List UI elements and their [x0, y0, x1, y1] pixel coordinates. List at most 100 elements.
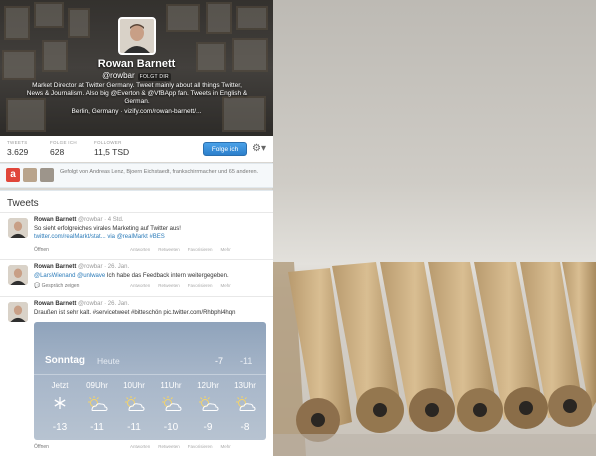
tweet-handle: @rowbar [78, 301, 103, 307]
retweet-action[interactable]: Retweeten [158, 283, 180, 288]
reply-action[interactable]: Antworten [130, 247, 150, 252]
tweet-expand[interactable]: Öffnen [34, 444, 49, 450]
profile-handle-line: @rowbar FOLGT DIR [0, 71, 273, 81]
tweet-text: Draußen ist sehr kalt. #servicetweet #bi… [34, 310, 236, 316]
followed-by-text[interactable]: Gefolgt von Andreas Lenz, Bjoern Eichsta… [60, 169, 265, 176]
profile-bio: Market Director at Twitter Germany. Twee… [26, 82, 248, 105]
reply-action[interactable]: Antworten [130, 283, 150, 288]
weather-subtitle: Heute [97, 356, 120, 366]
tweet-avatar[interactable] [8, 265, 28, 285]
tweet-avatar[interactable] [8, 218, 28, 238]
follower-avatar[interactable] [40, 168, 54, 182]
weather-divider [34, 374, 266, 375]
follower-avatar[interactable] [23, 168, 37, 182]
tweet-actions: Antworten Retweeten Favorisieren Mehr [130, 444, 239, 449]
favorite-action[interactable]: Favorisieren [188, 444, 213, 449]
tweet-text: So sieht erfolgreiches virales Marketing… [34, 225, 266, 241]
stat-value: 628 [50, 147, 65, 157]
tweets-heading: Tweets [7, 198, 39, 209]
more-action[interactable]: Mehr [221, 247, 231, 252]
tweet-expand[interactable]: Öffnen [34, 247, 49, 253]
hour-temp: -13 [52, 422, 68, 433]
tweet-handle: @rowbar [78, 217, 103, 223]
hour-label: 10Uhr [123, 381, 145, 390]
more-action[interactable]: Mehr [221, 283, 231, 288]
hour-temp: -9 [203, 422, 213, 433]
weather-hour: 11Uhr -10 [152, 381, 190, 433]
weather-hour: Jetzt -13 [41, 381, 79, 433]
tweet-actions: Antworten Retweeten Favorisieren Mehr [130, 283, 239, 288]
stat-label: TWEETS [7, 140, 28, 145]
hour-label: 09Uhr [86, 381, 108, 390]
show-conversation-label: Gespräch zeigen [41, 283, 80, 289]
retweet-action[interactable]: Retweeten [158, 247, 180, 252]
show-conversation[interactable]: 💬 Gespräch zeigen [34, 283, 79, 289]
hour-temp: -11 [90, 422, 104, 433]
more-action[interactable]: Mehr [221, 444, 231, 449]
background-photo [272, 0, 596, 456]
weather-image[interactable]: Sonntag Heute -7 -11 Jetzt -13 09Uhr -11… [34, 322, 266, 440]
profile-handle: @rowbar [102, 71, 135, 80]
weather-hour: 09Uhr -11 [78, 381, 116, 433]
hour-label: 13Uhr [234, 381, 256, 390]
weather-hour: 12Uhr -9 [189, 381, 227, 433]
tweet-author[interactable]: Rowan Barnett @rowbar · 4 Std. [34, 217, 123, 223]
tweet-link[interactable]: twitter.com/realMarkt/stat... via @realM… [34, 234, 165, 240]
tweet-author[interactable]: Rowan Barnett @rowbar · 26. Jan. [34, 264, 129, 270]
profile-location[interactable]: Berlin, Germany · vizify.com/rowan-barne… [0, 108, 273, 115]
favorite-action[interactable]: Favorisieren [188, 283, 213, 288]
hour-label: 11Uhr [160, 381, 182, 390]
hour-temp: -11 [127, 422, 141, 433]
partly-cloudy-icon [226, 396, 264, 414]
snow-icon [41, 396, 79, 414]
pencils-illustration [272, 262, 596, 456]
tweet-item[interactable]: Rowan Barnett @rowbar · 26. Jan. @LarsWi… [0, 259, 273, 295]
retweet-action[interactable]: Retweeten [158, 444, 180, 449]
stat-following[interactable]: FOLGE ICH 628 [50, 140, 77, 157]
weather-low: -11 [240, 356, 253, 366]
hour-temp: -8 [240, 422, 250, 433]
tweet-mentions[interactable]: @LarsWienand @unlwave [34, 273, 105, 279]
follows-you-badge: FOLGT DIR [137, 73, 171, 81]
favorite-action[interactable]: Favorisieren [188, 247, 213, 252]
person-icon [8, 265, 28, 285]
profile-header: Rowan Barnett @rowbar FOLGT DIR Market Di… [0, 0, 273, 136]
hour-label: 12Uhr [197, 381, 219, 390]
person-icon [8, 218, 28, 238]
weather-high: -7 [215, 356, 224, 366]
profile-name: Rowan Barnett [97, 58, 176, 70]
tweet-body: So sieht erfolgreiches virales Marketing… [34, 226, 181, 232]
follower-avatar[interactable]: a [6, 168, 20, 182]
gear-icon[interactable]: ⚙▾ [252, 142, 270, 156]
partly-cloudy-icon [152, 396, 190, 414]
stat-value: 3.629 [7, 147, 29, 157]
weather-hour: 10Uhr -11 [115, 381, 153, 433]
stat-followers[interactable]: FOLLOWER 11,5 TSD [94, 140, 129, 157]
hour-temp: -10 [163, 422, 179, 433]
following-button[interactable]: Folge ich [203, 142, 247, 156]
stat-label: FOLGE ICH [50, 140, 77, 145]
profile-avatar[interactable] [118, 17, 156, 55]
tweet-item[interactable]: Rowan Barnett @rowbar · 4 Std. So sieht … [0, 212, 273, 258]
tweet-time: · 26. Jan. [104, 264, 130, 270]
reply-action[interactable]: Antworten [130, 444, 150, 449]
stat-value: 11,5 TSD [94, 147, 130, 157]
tweet-author-name: Rowan Barnett [34, 217, 77, 223]
tweet-actions: Antworten Retweeten Favorisieren Mehr [130, 247, 239, 252]
partly-cloudy-icon [115, 396, 153, 414]
tweet-body: Ich habe das Feedback intern weitergegeb… [105, 273, 229, 279]
partly-cloudy-icon [189, 396, 227, 414]
tweet-handle: @rowbar [78, 264, 103, 270]
person-icon [120, 19, 154, 53]
tweet-text: @LarsWienand @unlwave Ich habe das Feedb… [34, 272, 266, 280]
tweet-avatar[interactable] [8, 302, 28, 322]
profile-column: Rowan Barnett @rowbar FOLGT DIR Market Di… [0, 0, 273, 456]
hour-label: Jetzt [51, 381, 69, 390]
person-icon [8, 302, 28, 322]
weather-day: Sonntag [45, 355, 85, 366]
tweet-time: · 4 Std. [104, 217, 124, 223]
stat-tweets[interactable]: TWEETS 3.629 [7, 140, 28, 157]
tweet-author[interactable]: Rowan Barnett @rowbar · 26. Jan. [34, 301, 129, 307]
followed-by-row: a Gefolgt von Andreas Lenz, Bjoern Eichs… [0, 163, 273, 188]
weather-hour: 13Uhr -8 [226, 381, 264, 433]
